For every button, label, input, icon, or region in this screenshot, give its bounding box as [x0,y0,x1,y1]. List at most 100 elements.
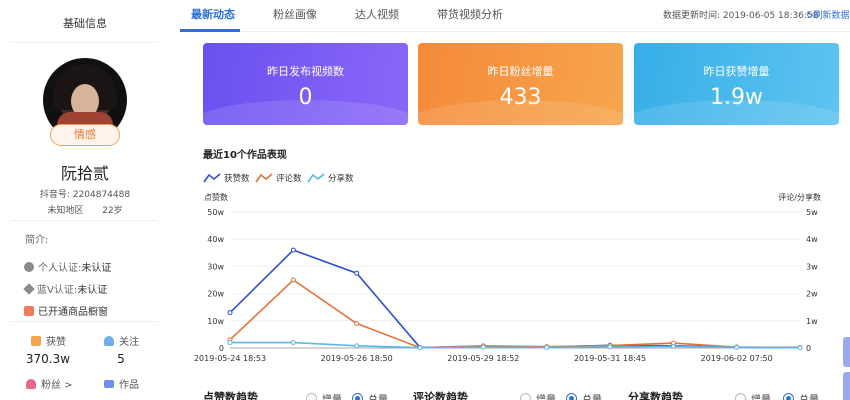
data-point [480,344,486,350]
kpi-label: 昨日获赞增量 [703,65,770,78]
comment-increment-radio[interactable]: 增量 [520,391,556,400]
y-tick-left: 20w [207,290,224,299]
video-icon [104,379,114,388]
fans-label: 粉丝 > [41,380,73,391]
radio-label: 增量 [536,391,556,400]
cert-blue-value: 未认证 [77,285,108,296]
kpi-value: 433 [499,85,542,110]
douyin-id: 抖音号: 2204874488 [39,190,131,200]
shop-text: 已开通商品橱窗 [38,307,108,318]
share-trend-title: 分享数趋势 [628,391,683,400]
y-tick-right: 0 [806,344,811,353]
radio-icon [520,393,531,400]
data-point [417,345,423,351]
kpi-card-fans: 昨日粉丝增量 433 [418,43,623,125]
x-tick-label: 2019-05-29 18:52 [447,354,519,363]
shop-row: 已开通商品橱窗 [24,303,108,318]
refresh-button[interactable]: ↻刷新数据 [806,8,850,21]
kpi-value: 1.9w [710,85,763,110]
legend-swatch [203,173,221,183]
likes-value: 370.3w [25,352,71,366]
legend-label: 评论数 [276,173,302,184]
series-line [229,249,801,349]
legend-label: 获赞数 [224,173,250,184]
fans-stat-link[interactable]: 粉丝 > [26,376,73,391]
data-point [607,344,613,350]
region-age: 未知地区 22岁 [0,203,170,216]
category-tag: 情感 [50,124,120,146]
radio-selected-icon [352,393,363,400]
cert-blue-label: 蓝V认证: [37,285,78,296]
tab-sales-video-analysis[interactable]: 带货视频分析 [437,6,503,22]
y-tick-left: 0 [219,344,224,353]
x-tick-label: 2019-05-31 18:45 [574,354,646,363]
legend-swatch [255,173,273,183]
share-total-radio[interactable]: 总量 [783,391,819,400]
tab-fans-profile[interactable]: 粉丝画像 [273,6,317,22]
kpi-value: 0 [298,85,313,110]
following-value: 5 [117,352,125,366]
likes-increment-radio[interactable]: 增量 [306,391,342,400]
y-tick-left: 40w [207,235,224,244]
x-tick-label: 2019-05-26 18:50 [321,354,393,363]
age: 22岁 [102,206,123,216]
works-stat-label: 作品 [104,376,139,391]
following-label: 关注 [119,337,139,348]
profile-name: 阮拾贰 [60,164,109,183]
refresh-label: 刷新数据 [813,11,850,21]
series-line [229,278,801,349]
tab-creator-videos[interactable]: 达人视频 [355,6,399,22]
radio-label: 总量 [582,391,602,400]
cert-personal-label: 个人认证: [38,263,82,274]
y-axis-title-left: 点赞数 [204,192,228,202]
fans-icon [26,378,36,389]
legend-label: 分享数 [328,173,354,184]
following-stat-label: 关注 [104,333,139,348]
side-float-tab[interactable] [843,337,850,367]
thumbs-up-icon [31,335,41,346]
active-tab-indicator [180,29,240,32]
data-point [544,344,550,350]
data-point [354,321,360,327]
cert-blue-row: 蓝V认证: 未认证 [23,281,108,296]
y-tick-right: 1w [806,317,818,326]
works-performance-chart: 获赞数 评论数 分享数点赞数 评论/分享数 0 10w 20w 30w 40w 50w 0 1w 2w 3… [194,173,821,363]
region: 未知地区 [47,206,84,216]
comment-total-radio[interactable]: 总量 [566,391,602,400]
radio-icon [735,393,746,400]
tab-latest[interactable]: 最新动态 [191,6,235,22]
radio-label: 增量 [751,391,771,400]
x-tick-label: 2019-06-02 07:50 [701,354,773,363]
side-float-tab[interactable] [843,372,850,400]
divider [10,321,158,322]
sidebar-title: 基础信息 [63,17,107,30]
y-tick-left: 50w [207,208,224,217]
data-point [290,247,296,253]
kpi-label: 昨日粉丝增量 [487,65,554,78]
y-tick-right: 5w [806,208,818,217]
data-point [797,345,803,351]
data-point [290,340,296,346]
likes-stat-label: 获赞 [31,333,66,348]
divider [10,220,158,221]
y-tick-left: 30w [207,262,224,271]
likes-trend-title: 点赞数趋势 [203,391,258,400]
data-point [354,343,360,349]
kpi-card-videos: 昨日发布视频数 0 [203,43,408,125]
data-point [354,270,360,276]
kpi-label: 昨日发布视频数 [267,65,344,78]
likes-total-radio[interactable]: 总量 [352,391,388,400]
radio-icon [306,393,317,400]
divider [10,42,158,43]
comment-trend-title: 评论数趋势 [413,391,468,400]
user-icon [104,335,114,346]
share-increment-radio[interactable]: 增量 [735,391,771,400]
x-tick-label: 2019-05-24 18:53 [194,354,266,363]
section-title: 最近10个作品表现 [203,150,287,161]
data-point [670,343,676,349]
radio-selected-icon [783,393,794,400]
y-tick-right: 4w [806,235,818,244]
intro-label: 简介: [25,235,49,246]
update-time: 数据更新时间: 2019-06-05 18:36:58 [663,11,819,21]
data-point [227,340,233,346]
